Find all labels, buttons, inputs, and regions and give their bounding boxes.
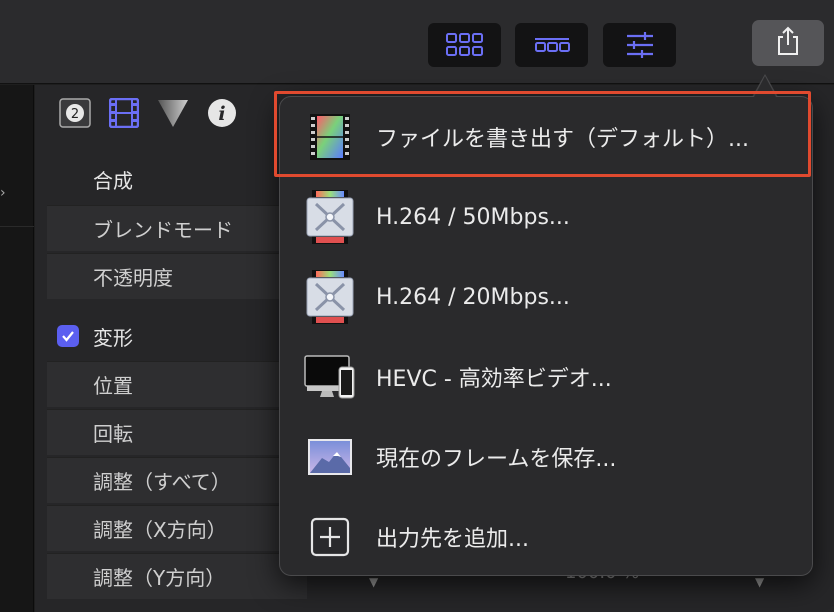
sliders-icon (625, 31, 655, 59)
svg-text:i: i (218, 103, 225, 125)
menu-item-label: 出力先を追加... (376, 527, 529, 552)
scale-all-label: 調整（すべて） (93, 470, 231, 494)
divider (0, 226, 34, 227)
inspector-button[interactable] (603, 23, 676, 67)
add-square-icon (304, 509, 356, 565)
triangle-icon[interactable] (157, 98, 189, 132)
chevron-right-icon[interactable]: › (0, 185, 6, 201)
compressor-icon (304, 269, 356, 325)
menu-item-label: HEVC - 高効率ビデオ... (376, 367, 612, 392)
view-filmstrip-button[interactable] (515, 23, 588, 67)
blend-mode-label: ブレンドモード (93, 218, 233, 242)
badge-2-icon[interactable]: 2 (59, 98, 91, 132)
opacity-label: 不透明度 (93, 266, 173, 290)
filmstrip-icon (534, 37, 570, 53)
share-button[interactable] (752, 20, 824, 66)
menu-item-save-frame[interactable]: 現在のフレームを保存... (280, 417, 814, 497)
position-label: 位置 (93, 374, 133, 398)
chevron-down-icon[interactable]: ▼ (369, 575, 378, 589)
scale-y-label: 調整（Y方向） (93, 566, 226, 590)
transform-checkbox[interactable] (57, 325, 79, 347)
composite-label: 合成 (93, 168, 133, 193)
svg-text:2: 2 (71, 107, 79, 122)
menu-item-h264-20[interactable]: H.264 / 20Mbps... (280, 257, 814, 337)
info-icon[interactable]: i (207, 98, 237, 132)
inspector-tabs: 2 i (59, 97, 237, 132)
browser-sidebar-edge: › (0, 85, 34, 612)
position-row[interactable]: 位置 (47, 361, 307, 407)
highlight-box (274, 91, 811, 177)
menu-item-label: H.264 / 50Mbps... (376, 204, 570, 230)
menu-item-add-destination[interactable]: 出力先を追加... (280, 497, 814, 577)
scale-x-row[interactable]: 調整（X方向） (47, 505, 307, 551)
compressor-icon (304, 189, 356, 245)
opacity-row[interactable]: 不透明度 (47, 253, 307, 299)
rotation-label: 回転 (93, 422, 133, 446)
composite-section-header: 合成 (47, 156, 307, 202)
apple-devices-icon (304, 349, 356, 405)
view-grid-button[interactable] (428, 23, 501, 67)
transform-section-header: 変形 (47, 313, 307, 359)
image-frame-icon (304, 429, 356, 485)
menu-item-hevc[interactable]: HEVC - 高効率ビデオ... (280, 337, 814, 417)
film-icon[interactable] (108, 97, 140, 132)
blend-mode-row[interactable]: ブレンドモード (47, 205, 307, 251)
top-toolbar (0, 0, 834, 84)
chevron-down-icon[interactable]: ▼ (755, 575, 764, 589)
share-icon (776, 26, 800, 60)
menu-item-label: H.264 / 20Mbps... (376, 284, 570, 310)
rotation-row[interactable]: 回転 (47, 409, 307, 455)
transform-label: 変形 (93, 325, 133, 350)
menu-item-label: 現在のフレームを保存... (376, 447, 617, 472)
grid-icon (445, 33, 484, 57)
scale-all-row[interactable]: 調整（すべて） (47, 457, 307, 503)
scale-y-row[interactable]: 調整（Y方向） (47, 553, 307, 599)
menu-item-h264-50[interactable]: H.264 / 50Mbps... (280, 177, 814, 257)
scale-x-label: 調整（X方向） (93, 518, 227, 542)
